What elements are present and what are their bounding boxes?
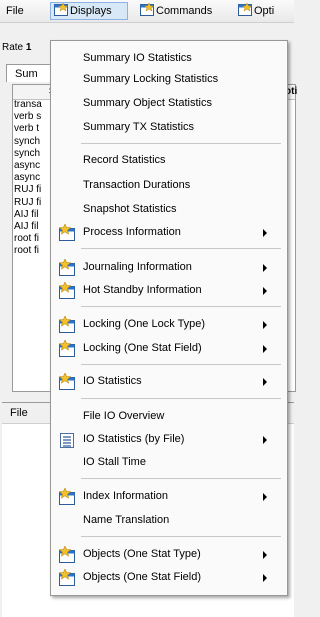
window-star-icon [58,316,75,333]
table-row[interactable]: root fi [13,233,53,245]
menu-options-label: Opti [254,5,275,17]
submenu-arrow-icon [263,378,267,386]
submenu-arrow-icon [263,574,267,582]
window-star-icon [58,340,75,357]
menu-separator [81,248,281,249]
table-rows: transa verb s verb t synch synch async a… [13,99,53,257]
menu-item-objects-one-stat-field[interactable]: Objects (One Stat Field) [51,568,287,589]
table-row[interactable]: RUJ fi [13,197,53,209]
rate-value: 1 [25,42,32,53]
menu-item-io-statistics[interactable]: IO Statistics [51,372,287,393]
menu-item-io-stall-time[interactable]: IO Stall Time [51,453,287,474]
table-row[interactable]: verb s [13,111,53,123]
menu-commands[interactable]: Commands [140,2,212,20]
window-star-icon [58,569,75,586]
menu-item-label: IO Statistics [83,375,142,387]
menu-separator [81,306,281,307]
menu-item-transaction-durations[interactable]: Transaction Durations [51,176,287,197]
menu-item-io-statistics-by-file[interactable]: IO Statistics (by File) [51,430,287,451]
menu-item-summary-tx-statistics[interactable]: Summary TX Statistics [51,118,287,139]
menu-displays[interactable]: Displays [50,2,128,20]
window-star-icon [58,282,75,299]
menu-displays-label: Displays [70,5,112,17]
menu-separator [81,364,281,365]
menu-item-label: Summary Object Statistics [83,97,212,109]
menu-item-label: Index Information [83,490,168,502]
menu-item-label: Objects (One Stat Field) [83,571,201,583]
menu-separator [81,398,281,399]
menu-commands-label: Commands [156,5,213,17]
menu-item-label: Snapshot Statistics [83,203,177,215]
menu-item-label: Objects (One Stat Type) [83,548,201,560]
menu-item-name-translation[interactable]: Name Translation [51,511,287,532]
submenu-arrow-icon [263,493,267,501]
commands-window-icon [140,3,154,16]
list-icon [60,433,74,448]
submenu-arrow-icon [263,345,267,353]
menu-separator [81,478,281,479]
menu-separator [81,536,281,537]
submenu-arrow-icon [263,436,267,444]
menu-item-label: Summary IO Statistics [83,52,192,64]
menu-item-summary-object-statistics[interactable]: Summary Object Statistics [51,94,287,115]
window-star-icon [58,373,75,390]
menu-item-label: IO Stall Time [83,456,146,468]
menu-item-label: IO Statistics (by File) [83,433,185,445]
menu-item-record-statistics[interactable]: Record Statistics [51,151,287,172]
table-row[interactable]: RUJ fi [13,184,53,196]
menu-item-label: Hot Standby Information [83,284,202,296]
table-row[interactable]: AIJ fil [13,221,53,233]
menu-item-summary-io-statistics[interactable]: Summary IO Statistics [51,49,287,70]
table-row[interactable]: AIJ fil [13,209,53,221]
menu-item-label: Summary Locking Statistics [83,73,219,85]
menu-item-label: File IO Overview [83,410,165,422]
submenu-arrow-icon [263,229,267,237]
options-window-icon [238,3,252,16]
window-star-icon [58,488,75,505]
menu-item-label: Transaction Durations [83,179,191,191]
submenu-arrow-icon [263,264,267,272]
lower-menu-file[interactable]: File [10,407,28,419]
menu-item-locking-one-lock-type[interactable]: Locking (One Lock Type) [51,315,287,336]
menu-item-label: Record Statistics [83,154,166,166]
table-row[interactable]: async [13,172,53,184]
menu-item-label: Process Information [83,226,181,238]
menu-item-snapshot-statistics[interactable]: Snapshot Statistics [51,200,287,221]
menu-bar: File Displays Commands Opti [0,0,294,23]
rate-label: Rate 1 [2,42,31,53]
menu-file-label: File [6,5,24,17]
table-row[interactable]: synch [13,148,53,160]
displays-dropdown-menu: Summary IO Statistics Summary Locking St… [50,40,288,596]
menu-item-hot-standby-information[interactable]: Hot Standby Information [51,281,287,302]
menu-item-journaling-information[interactable]: Journaling Information [51,258,287,279]
menu-item-label: Name Translation [83,514,170,526]
menu-item-index-information[interactable]: Index Information [51,487,287,508]
menu-file[interactable]: File [6,2,24,20]
rate-text: Rate [2,42,24,53]
menu-item-objects-one-stat-type[interactable]: Objects (One Stat Type) [51,545,287,566]
menu-item-label: Journaling Information [83,261,192,273]
menu-item-summary-locking-statistics[interactable]: Summary Locking Statistics [51,70,287,91]
window-star-icon [58,546,75,563]
submenu-arrow-icon [263,287,267,295]
submenu-arrow-icon [263,321,267,329]
window-star-icon [58,259,75,276]
menu-item-label: Locking (One Lock Type) [83,318,206,330]
window-star-icon [58,224,75,241]
table-row[interactable]: synch [13,136,53,148]
menu-item-file-io-overview[interactable]: File IO Overview [51,407,287,428]
menu-item-label: Summary TX Statistics [83,121,195,133]
menu-options[interactable]: Opti [238,2,274,20]
menu-item-process-information[interactable]: Process Information [51,223,287,244]
tab-summary-label: Sum [15,68,38,80]
displays-window-icon [54,3,68,16]
submenu-arrow-icon [263,551,267,559]
table-row[interactable]: transa [13,99,53,111]
menu-item-locking-one-stat-field[interactable]: Locking (One Stat Field) [51,339,287,360]
table-row[interactable]: async [13,160,53,172]
menu-item-label: Locking (One Stat Field) [83,342,202,354]
table-row[interactable]: verb t [13,123,53,135]
table-row[interactable]: root fi [13,245,53,257]
menu-separator [81,143,281,144]
